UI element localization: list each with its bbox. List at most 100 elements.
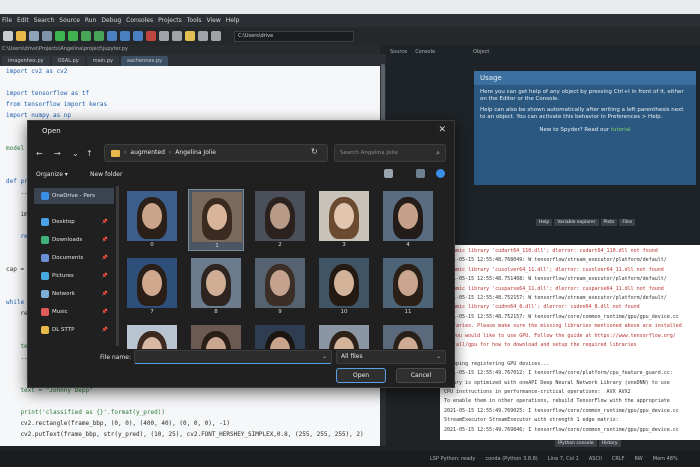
- new-folder-button[interactable]: New folder: [90, 171, 122, 178]
- forward-arrow-icon[interactable]: [211, 31, 221, 41]
- run-icon[interactable]: [55, 31, 65, 41]
- sidebar-item[interactable]: Pictures 📌: [34, 268, 114, 284]
- image-thumbnail[interactable]: 7: [124, 256, 180, 318]
- editor-tab[interactable]: aachennex.py: [120, 56, 169, 66]
- save-all-icon[interactable]: [42, 31, 52, 41]
- open-button[interactable]: Open: [336, 368, 386, 383]
- editor-tab[interactable]: imagenhex.py: [2, 56, 50, 66]
- address-bar[interactable]: › augmented › Angelina Jolie: [104, 144, 328, 162]
- ipython-console[interactable]: dynamic library 'cudart64_110.dll'; dler…: [440, 245, 700, 440]
- back-icon[interactable]: ←: [36, 149, 43, 158]
- menu-item-edit[interactable]: Edit: [17, 17, 29, 24]
- image-thumbnail[interactable]: 11: [380, 256, 436, 318]
- menu-item-search[interactable]: Search: [34, 17, 55, 24]
- save-icon[interactable]: [29, 31, 39, 41]
- organize-button[interactable]: Organize ▾: [36, 171, 68, 178]
- working-directory-input[interactable]: C:\Users\drive: [234, 30, 354, 42]
- console-line: 2021-05-15 12:55:48.752157: W tensorflow…: [444, 313, 679, 320]
- image-thumbnail[interactable]: 3: [316, 189, 372, 251]
- breadcrumb-angelina-jolie[interactable]: Angelina Jolie: [175, 145, 216, 161]
- recent-locations-icon[interactable]: ⌄: [72, 149, 79, 158]
- sidebar-item[interactable]: Documents 📌: [34, 250, 114, 266]
- thumbnail-label: 2: [278, 242, 282, 248]
- menu-item-tools[interactable]: Tools: [187, 17, 202, 24]
- preview-pane-icon[interactable]: [416, 169, 425, 178]
- stop-icon[interactable]: [146, 31, 156, 41]
- code-line: from tensorflow import keras: [6, 101, 108, 108]
- console-line: 2021-05-15 12:55:49.769846: I tensorflow…: [444, 426, 679, 433]
- image-thumbnail[interactable]: [252, 323, 308, 349]
- step-icon[interactable]: [120, 31, 130, 41]
- image-thumbnail[interactable]: 4: [380, 189, 436, 251]
- menu-item-run[interactable]: Run: [85, 17, 97, 24]
- sidebar-item[interactable]: Downloads 📌: [34, 232, 114, 248]
- scrollbar-thumb[interactable]: [381, 64, 385, 124]
- python-path-icon[interactable]: [185, 31, 195, 41]
- pane-tab[interactable]: Variable explorer: [554, 219, 599, 226]
- sidebar-item[interactable]: Music 📌: [34, 304, 114, 320]
- open-file-icon[interactable]: [16, 31, 26, 41]
- forward-icon[interactable]: →: [54, 149, 61, 158]
- image-thumbnail[interactable]: 10: [316, 256, 372, 318]
- menu-item-projects[interactable]: Projects: [158, 17, 182, 24]
- pin-icon: 📌: [101, 219, 108, 225]
- close-icon[interactable]: ✕: [438, 125, 446, 135]
- folder-icon: [41, 218, 49, 226]
- sidebar-item[interactable]: OneDrive - Pers: [34, 188, 114, 204]
- file-type-select[interactable]: All files ⌄: [336, 350, 446, 364]
- back-arrow-icon[interactable]: [198, 31, 208, 41]
- up-folder-icon[interactable]: ↑: [86, 149, 93, 158]
- step-into-icon[interactable]: [133, 31, 143, 41]
- cancel-button[interactable]: Cancel: [396, 368, 446, 383]
- help-source-tab[interactable]: Source: [390, 49, 407, 55]
- view-options-icon[interactable]: [384, 169, 393, 178]
- photo-image: [191, 258, 241, 308]
- image-thumbnail[interactable]: 9: [252, 256, 308, 318]
- image-thumbnail[interactable]: 8: [188, 256, 244, 318]
- pane-tab[interactable]: Files: [619, 219, 636, 226]
- help-icon[interactable]: [436, 169, 445, 178]
- editor-tab[interactable]: OSAL.py: [51, 56, 85, 66]
- editor-tab[interactable]: main.py: [86, 56, 119, 66]
- sidebar-item[interactable]: Network 📌: [34, 286, 114, 302]
- tutorial-link[interactable]: tutorial: [611, 127, 631, 133]
- run-cell-advance-icon[interactable]: [94, 31, 104, 41]
- menu-item-source[interactable]: Source: [59, 17, 80, 24]
- navigation-scrollbar[interactable]: [116, 186, 119, 346]
- maximize-icon[interactable]: [159, 31, 169, 41]
- menu-item-consoles[interactable]: Consoles: [126, 17, 153, 24]
- console-tab[interactable]: IPython console: [555, 440, 597, 447]
- breadcrumb-augmented[interactable]: augmented: [130, 145, 164, 161]
- image-thumbnail[interactable]: 2: [252, 189, 308, 251]
- debug-icon[interactable]: [107, 31, 117, 41]
- preferences-icon[interactable]: [172, 31, 182, 41]
- usage-help-box: Usage Here you can get help of any objec…: [474, 71, 696, 185]
- search-input[interactable]: Search Angelina Jolie ⌕: [334, 144, 446, 162]
- sidebar-item[interactable]: Desktop 📌: [34, 214, 114, 230]
- image-thumbnail[interactable]: [316, 323, 372, 349]
- sidebar-item[interactable]: DL STTP 📌: [34, 322, 114, 338]
- pane-tab[interactable]: Help: [536, 219, 553, 226]
- menu-item-file[interactable]: File: [2, 17, 12, 24]
- console-tab[interactable]: History: [598, 440, 621, 447]
- chevron-down-icon[interactable]: ⌄: [436, 351, 441, 363]
- image-thumbnail[interactable]: 0: [124, 189, 180, 251]
- menu-item-help[interactable]: Help: [226, 17, 240, 24]
- run-file-icon[interactable]: [68, 31, 78, 41]
- menu-item-debug[interactable]: Debug: [101, 17, 121, 24]
- console-line: libraries. Please make sure the missing …: [444, 323, 682, 330]
- image-thumbnail[interactable]: 1: [188, 189, 244, 251]
- menu-item-view[interactable]: View: [207, 17, 221, 24]
- run-cell-icon[interactable]: [81, 31, 91, 41]
- help-source-tab[interactable]: Object: [473, 49, 489, 55]
- pane-tab[interactable]: Plots: [600, 219, 618, 226]
- new-file-icon[interactable]: [3, 31, 13, 41]
- image-thumbnail[interactable]: [188, 323, 244, 349]
- file-name-input[interactable]: ⌄: [134, 350, 332, 364]
- refresh-icon[interactable]: ↻: [311, 147, 318, 156]
- chevron-down-icon[interactable]: ⌄: [322, 351, 327, 363]
- help-source-tab[interactable]: Console: [415, 49, 435, 55]
- image-thumbnail[interactable]: [124, 323, 180, 349]
- face-shape: [398, 270, 418, 296]
- image-thumbnail[interactable]: [380, 323, 436, 349]
